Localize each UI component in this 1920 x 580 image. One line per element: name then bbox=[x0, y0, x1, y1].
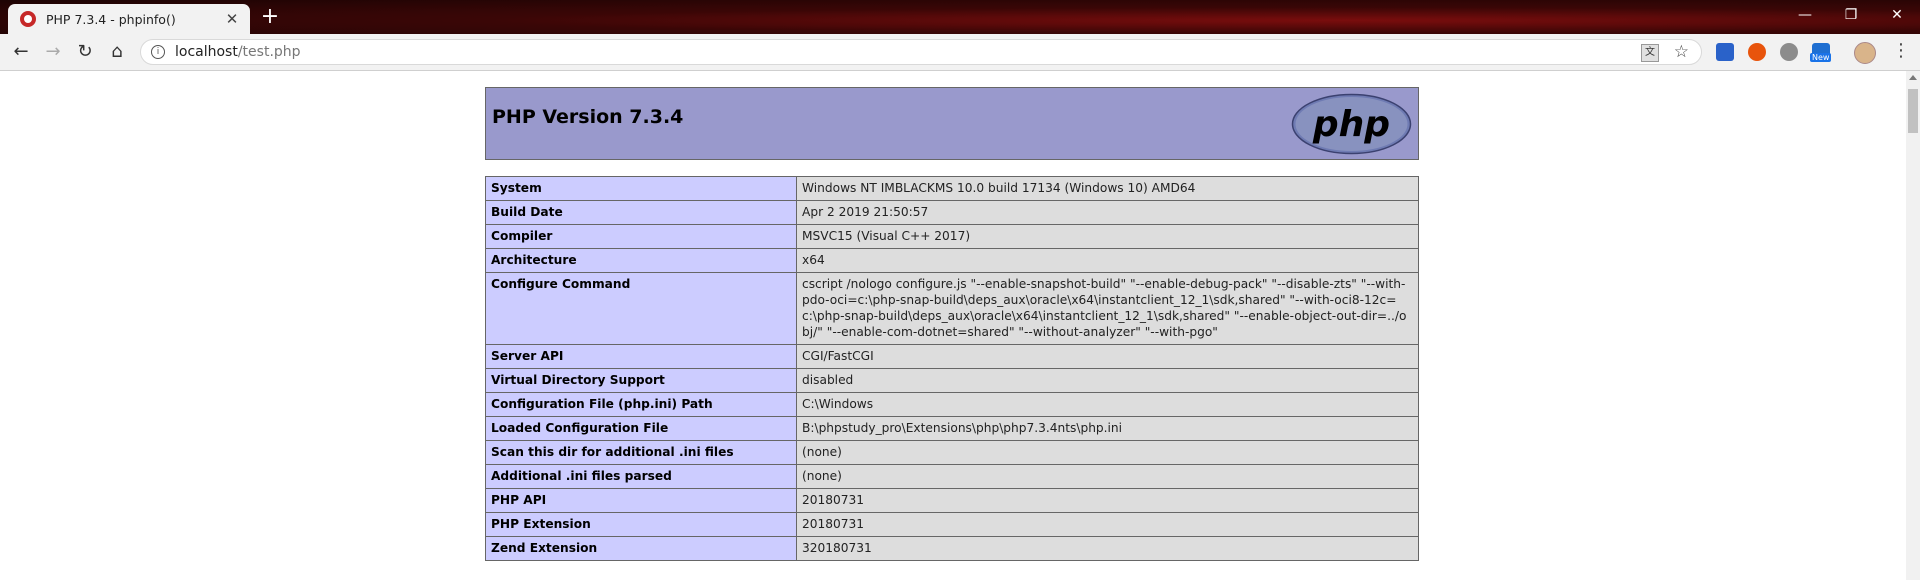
table-row: Configure Command cscript /nologo configu… bbox=[485, 272, 1419, 345]
table-row: PHP API 20180731 bbox=[485, 488, 1419, 513]
restore-button[interactable]: ❐ bbox=[1828, 0, 1874, 30]
row-value: cscript /nologo configure.js "--enable-s… bbox=[796, 272, 1419, 345]
url-host: localhost bbox=[175, 44, 238, 60]
vertical-scrollbar[interactable] bbox=[1906, 71, 1920, 580]
table-row: Scan this dir for additional .ini files(… bbox=[485, 440, 1419, 465]
row-value: C:\Windows bbox=[796, 392, 1419, 417]
url-text[interactable]: localhost/test.php bbox=[175, 44, 301, 60]
phpinfo-header: PHP Version 7.3.4 php bbox=[485, 87, 1419, 160]
forward-icon[interactable]: → bbox=[40, 40, 66, 64]
reload-icon[interactable]: ↻ bbox=[72, 40, 98, 64]
scroll-thumb[interactable] bbox=[1908, 89, 1918, 133]
table-row: Zend Extension 320180731 bbox=[485, 536, 1419, 561]
url-path: /test.php bbox=[237, 44, 301, 60]
page-title: PHP Version 7.3.4 bbox=[492, 106, 684, 128]
row-key: Loaded Configuration File bbox=[485, 416, 797, 441]
home-icon[interactable]: ⌂ bbox=[104, 40, 130, 64]
row-key: Architecture bbox=[485, 248, 797, 273]
table-row: Configuration File (php.ini) Path C:\Wind… bbox=[485, 392, 1419, 417]
table-row: Build Date Apr 2 2019 21:50:57 bbox=[485, 200, 1419, 225]
tab-favicon-icon bbox=[20, 11, 36, 27]
row-value: 20180731 bbox=[796, 488, 1419, 513]
row-key: System bbox=[485, 176, 797, 201]
row-key: PHP Extension bbox=[485, 512, 797, 537]
row-key: PHP API bbox=[485, 488, 797, 513]
tab-title: PHP 7.3.4 - phpinfo() bbox=[46, 11, 176, 27]
row-value: 20180731 bbox=[796, 512, 1419, 537]
profile-avatar[interactable] bbox=[1854, 42, 1876, 64]
close-window-button[interactable]: ✕ bbox=[1874, 0, 1920, 30]
row-key: Zend Extension bbox=[485, 536, 797, 561]
extension-grey-icon[interactable] bbox=[1780, 43, 1798, 61]
table-row: Architecture x64 bbox=[485, 248, 1419, 273]
table-row: PHP Extension 20180731 bbox=[485, 512, 1419, 537]
row-value: x64 bbox=[796, 248, 1419, 273]
row-value: B:\phpstudy_pro\Extensions\php\php7.3.4n… bbox=[796, 416, 1419, 441]
browser-tab[interactable]: PHP 7.3.4 - phpinfo() ✕ bbox=[8, 4, 250, 34]
row-key: Configuration File (php.ini) Path bbox=[485, 392, 797, 417]
php-logo[interactable]: php bbox=[1291, 93, 1412, 155]
row-key: Build Date bbox=[485, 200, 797, 225]
browser-toolbar: ← → ↻ ⌂ i localhost/test.php 文 ☆ New ⋮ bbox=[0, 34, 1920, 71]
extension-orange-icon[interactable] bbox=[1748, 43, 1766, 61]
tab-close-icon[interactable]: ✕ bbox=[220, 10, 244, 28]
translate-icon[interactable]: 文 bbox=[1641, 44, 1659, 62]
row-value: CGI/FastCGI bbox=[796, 344, 1419, 369]
table-row: System Windows NT IMBLACKMS 10.0 build 17… bbox=[485, 176, 1419, 201]
php-logo-text: php bbox=[1312, 104, 1390, 145]
info-table: System Windows NT IMBLACKMS 10.0 build 17… bbox=[485, 176, 1419, 561]
row-key: Virtual Directory Support bbox=[485, 368, 797, 393]
back-icon[interactable]: ← bbox=[8, 40, 34, 64]
scroll-up-arrow-icon[interactable] bbox=[1909, 75, 1917, 80]
row-value: Apr 2 2019 21:50:57 bbox=[796, 200, 1419, 225]
extension-new-icon[interactable]: New bbox=[1810, 43, 1832, 62]
table-row: Loaded Configuration File B:\phpstudy_pro… bbox=[485, 416, 1419, 441]
row-key: Scan this dir for additional .ini files bbox=[485, 440, 797, 465]
minimize-button[interactable]: — bbox=[1782, 0, 1828, 30]
new-tab-button[interactable]: + bbox=[258, 6, 282, 30]
row-key: Configure Command bbox=[485, 272, 797, 345]
row-value: (none) bbox=[796, 440, 1419, 465]
star-icon[interactable]: ☆ bbox=[1674, 42, 1689, 62]
row-key: Compiler bbox=[485, 224, 797, 249]
title-bar: PHP 7.3.4 - phpinfo() ✕ + — ❐ ✕ bbox=[0, 0, 1920, 34]
row-value: MSVC15 (Visual C++ 2017) bbox=[796, 224, 1419, 249]
phpinfo-container: PHP Version 7.3.4 php System Windows NT I… bbox=[485, 87, 1419, 561]
new-badge: New bbox=[1810, 53, 1832, 62]
row-value: (none) bbox=[796, 464, 1419, 489]
extension-translate-icon[interactable] bbox=[1716, 43, 1734, 61]
table-row: Server API CGI/FastCGI bbox=[485, 344, 1419, 369]
row-value: Windows NT IMBLACKMS 10.0 build 17134 (W… bbox=[796, 176, 1419, 201]
table-row: Compiler MSVC15 (Visual C++ 2017) bbox=[485, 224, 1419, 249]
row-value: 320180731 bbox=[796, 536, 1419, 561]
row-key: Server API bbox=[485, 344, 797, 369]
menu-icon[interactable]: ⋮ bbox=[1892, 40, 1910, 61]
table-row: Additional .ini files parsed (none) bbox=[485, 464, 1419, 489]
row-key: Additional .ini files parsed bbox=[485, 464, 797, 489]
row-value: disabled bbox=[796, 368, 1419, 393]
info-icon[interactable]: i bbox=[151, 45, 165, 59]
address-bar[interactable]: i localhost/test.php 文 ☆ bbox=[140, 39, 1702, 65]
table-row: Virtual Directory Support disabled bbox=[485, 368, 1419, 393]
page-content: PHP Version 7.3.4 php System Windows NT I… bbox=[0, 71, 1906, 580]
